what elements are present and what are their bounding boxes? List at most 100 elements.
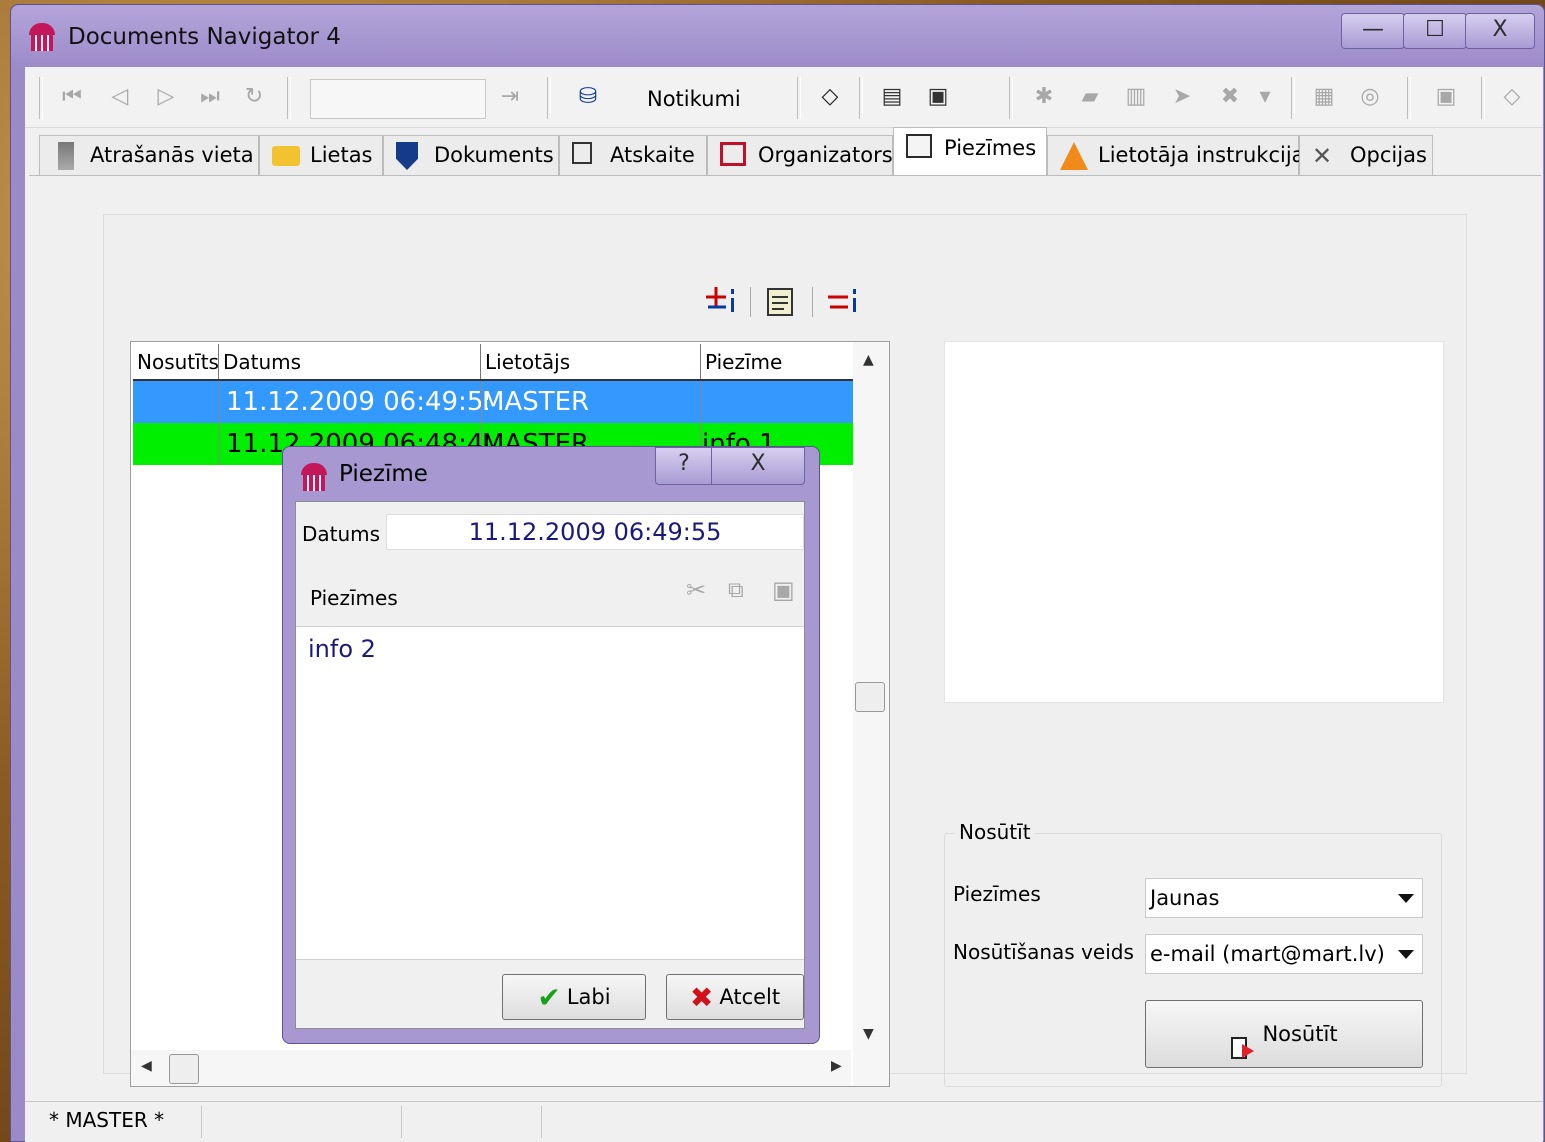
add-note-icon[interactable]	[704, 285, 738, 317]
events-button[interactable]: Notikumi	[647, 87, 741, 111]
scroll-left-icon[interactable]: ◀	[141, 1058, 152, 1074]
last-record-icon[interactable]: ⏭	[195, 83, 225, 111]
maximize-button[interactable]: ☐	[1403, 13, 1467, 49]
tab-label: Atskaite	[610, 143, 695, 167]
paste-icon[interactable]: ▣	[772, 576, 795, 604]
send-method-select[interactable]: e-mail (mart@mart.lv)	[1145, 934, 1423, 974]
notes-filter-select[interactable]: Jaunas	[1145, 878, 1423, 918]
delete-document-icon[interactable]: ✖	[1215, 83, 1245, 111]
cell-datums: 11.12.2009 06:49:55	[219, 381, 488, 423]
cut-icon[interactable]: ✂	[686, 576, 706, 604]
datums-field[interactable]: 11.12.2009 06:49:55	[386, 514, 804, 550]
tab-lietotaja-instrukcija[interactable]: Lietotāja instrukcija	[1047, 135, 1305, 175]
table-row[interactable]: 11.12.2009 06:49:55 MASTER	[133, 381, 853, 423]
tab-organizators[interactable]: Organizators	[707, 135, 893, 175]
previous-record-icon[interactable]: ◁	[105, 83, 135, 111]
cell-nosutits	[133, 423, 219, 465]
column-header-nosutits[interactable]: Nosutīts	[133, 344, 219, 380]
tab-label: Organizators	[758, 143, 893, 167]
app-icon	[301, 463, 327, 491]
tab-lietas[interactable]: Lietas	[259, 135, 383, 175]
next-record-icon[interactable]: ▷	[151, 83, 181, 111]
refresh-icon[interactable]: ↻	[239, 83, 269, 111]
scroll-down-icon[interactable]: ▼	[863, 1026, 874, 1042]
tab-opcijas[interactable]: ✕ Opcijas	[1299, 135, 1433, 175]
scroll-right-icon[interactable]: ▶	[831, 1058, 842, 1074]
cell-piezime	[701, 381, 854, 423]
notes-icon	[906, 134, 932, 158]
tab-atskaite[interactable]: Atskaite	[559, 135, 707, 175]
app-icon	[29, 23, 55, 51]
notes-textarea[interactable]: info 2	[296, 626, 804, 960]
window-title: Documents Navigator 4	[68, 24, 341, 50]
clear-icon[interactable]: ◇	[1497, 83, 1527, 111]
notes-filter-label: Piezīmes	[953, 882, 1041, 906]
events-icon[interactable]: ⛁	[573, 83, 603, 111]
folder-icon	[272, 146, 300, 166]
new-item-icon[interactable]: ✱	[1029, 83, 1059, 111]
edit-note-icon[interactable]	[764, 285, 798, 317]
copy-icon[interactable]: ⧉	[728, 578, 744, 603]
minimize-button[interactable]: —	[1341, 13, 1405, 49]
check-icon: ✔	[537, 981, 561, 1014]
copy-document-icon[interactable]: ▥	[1121, 83, 1151, 111]
cancel-button[interactable]: ✖ Atcelt	[666, 974, 804, 1020]
toolbar-separator	[1291, 77, 1295, 119]
chevron-down-icon	[1398, 894, 1414, 903]
toolbar-separator	[1407, 77, 1411, 119]
send-method-value: e-mail (mart@mart.lv)	[1150, 942, 1385, 966]
status-user: * MASTER *	[49, 1108, 165, 1132]
close-icon: X	[750, 451, 766, 476]
open-folder-icon[interactable]: ▰	[1075, 83, 1105, 111]
organizer-icon	[720, 142, 746, 166]
horizontal-scrollbar[interactable]: ◀ ▶	[131, 1050, 851, 1086]
send-method-label: Nosūtīšanas veids	[953, 940, 1134, 964]
tab-label: Dokuments	[434, 143, 554, 167]
dialog-close-button[interactable]: X	[711, 447, 805, 485]
send-button[interactable]: Nosūtīt	[1145, 1000, 1423, 1068]
scroll-up-icon[interactable]: ▲	[863, 352, 874, 368]
dialog-title: Piezīme	[339, 461, 428, 487]
tab-piezimes[interactable]: Piezīmes	[893, 127, 1047, 175]
tab-label: Atrašanās vieta	[90, 143, 254, 167]
tab-label: Piezīmes	[944, 136, 1037, 160]
cell-lietotajs: MASTER	[481, 381, 702, 423]
toolbar-separator	[39, 77, 43, 119]
print-icon[interactable]: ◎	[1355, 83, 1385, 111]
report-icon	[572, 142, 592, 164]
delete-note-icon[interactable]	[826, 285, 860, 317]
cabinet-icon	[58, 142, 74, 170]
tab-atrasanas-vieta[interactable]: Atrašanās vieta	[39, 135, 259, 175]
move-document-icon[interactable]: ➤	[1167, 83, 1197, 111]
dropdown-arrow-icon[interactable]: ▾	[1255, 83, 1275, 111]
title-bar[interactable]: Documents Navigator 4 — ☐ X	[11, 5, 1544, 65]
note-preview-area	[944, 341, 1444, 703]
tab-dokuments[interactable]: Dokuments	[383, 135, 559, 175]
send-group-label: Nosūtīt	[955, 820, 1035, 844]
report-icon[interactable]: ▦	[1309, 83, 1339, 111]
maximize-icon: ☐	[1425, 17, 1445, 42]
first-record-icon[interactable]: ⏮	[57, 83, 87, 111]
eraser-icon[interactable]: ◇	[815, 83, 845, 111]
column-header-lietotajs[interactable]: Lietotājs	[481, 344, 701, 380]
help-icon: ?	[678, 451, 690, 476]
chevron-down-icon	[1398, 950, 1414, 959]
scroll-thumb-horizontal[interactable]	[169, 1054, 199, 1084]
export-icon[interactable]: ▣	[923, 83, 953, 111]
go-icon[interactable]: ⇥	[495, 83, 525, 111]
settings-icon[interactable]: ▣	[1431, 83, 1461, 111]
close-button[interactable]: X	[1465, 13, 1535, 49]
x-icon: ✖	[689, 981, 714, 1014]
vertical-scrollbar[interactable]: ▲ ▼	[853, 342, 889, 1086]
ok-button[interactable]: ✔ Labi	[502, 974, 646, 1020]
column-header-piezime[interactable]: Piezīme	[701, 344, 853, 380]
help-button[interactable]: ?	[655, 447, 713, 485]
attach-document-icon[interactable]: ▤	[877, 83, 907, 111]
notes-label: Piezīmes	[310, 586, 398, 610]
scroll-thumb[interactable]	[855, 682, 885, 712]
ok-button-label: Labi	[566, 985, 611, 1009]
toolbar-separator	[547, 77, 551, 119]
record-search-input[interactable]	[310, 79, 486, 119]
toolbar: ⏮ ◁ ▷ ⏭ ↻ ⇥ ⛁ Notikumi ◇ ▤ ▣ ✱ ▰ ▥ ➤ ✖ ▾…	[25, 67, 1543, 128]
column-header-datums[interactable]: Datums	[219, 344, 481, 380]
